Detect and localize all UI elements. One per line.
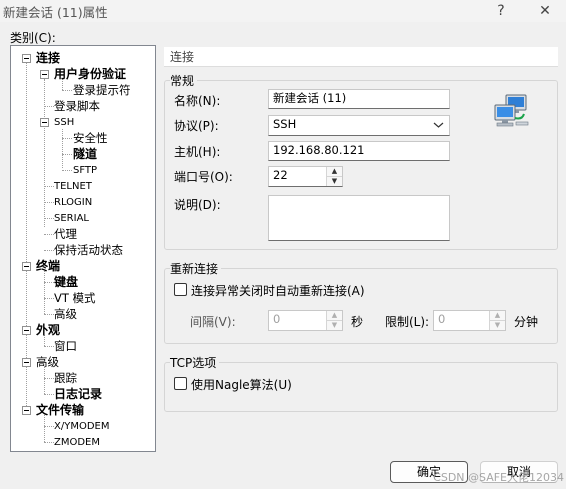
description-field[interactable]	[268, 195, 450, 241]
spin-down-icon[interactable]: ▼	[327, 176, 342, 186]
tree-item-vt-mode[interactable]: VT 模式	[54, 291, 96, 306]
interval-spin[interactable]: ▲ ▼	[326, 311, 342, 330]
interval-unit: 秒	[351, 315, 364, 329]
title-bar: 新建会话 (11)属性 ? ✕	[0, 0, 566, 22]
nagle-checkbox[interactable]	[174, 377, 187, 390]
expander-user-auth[interactable]	[40, 70, 49, 79]
interval-label: 间隔(V):	[190, 315, 236, 329]
tree-item-sftp[interactable]: SFTP	[73, 163, 97, 178]
tree-item-rlogin[interactable]: RLOGIN	[54, 195, 92, 210]
spin-down-icon[interactable]: ▼	[327, 320, 342, 330]
tree-item-file-transfer[interactable]: 文件传输	[36, 403, 84, 418]
reconnect-group-title: 重新连接	[170, 260, 222, 277]
tree-item-log[interactable]: 日志记录	[54, 387, 102, 402]
protocol-select[interactable]: SSH	[268, 115, 450, 136]
expander-ssh[interactable]	[40, 118, 49, 127]
general-group-title: 常规	[170, 72, 198, 89]
reconnect-group	[164, 268, 558, 344]
port-label: 端口号(O):	[174, 170, 233, 184]
protocol-label: 协议(P):	[174, 119, 219, 133]
spin-up-icon[interactable]: ▲	[327, 167, 342, 177]
tree-item-terminal[interactable]: 终端	[36, 259, 60, 274]
tree-item-user-auth[interactable]: 用户身份验证	[54, 67, 126, 82]
expander-connect[interactable]	[22, 54, 31, 63]
port-stepper[interactable]: 22 ▲ ▼	[268, 166, 343, 187]
window-title: 新建会话 (11)属性	[3, 5, 108, 20]
expander-appearance[interactable]	[22, 326, 31, 335]
limit-value: 0	[438, 312, 446, 326]
name-label: 名称(N):	[174, 94, 221, 108]
port-value: 22	[273, 168, 288, 182]
tree-item-login-script[interactable]: 登录脚本	[54, 99, 100, 114]
watermark: CSDN @SAFE大佬12034	[433, 471, 564, 484]
tree-item-telnet[interactable]: TELNET	[54, 179, 92, 194]
tree-item-security[interactable]: 安全性	[73, 131, 108, 146]
spin-down-icon[interactable]: ▼	[490, 320, 505, 330]
tree-item-advanced[interactable]: 高级	[36, 355, 59, 370]
nagle-label: 使用Nagle算法(U)	[191, 378, 292, 392]
description-label: 说明(D):	[174, 198, 221, 212]
category-tree[interactable]: 连接 用户身份验证 登录提示符 登录脚本 SSH 安全性 隧道 SFTP TEL…	[10, 45, 156, 452]
spin-up-icon[interactable]: ▲	[490, 311, 505, 321]
close-icon[interactable]: ✕	[534, 1, 556, 21]
tree-item-keepalive[interactable]: 保持活动状态	[54, 243, 123, 258]
tree-item-serial[interactable]: SERIAL	[54, 211, 89, 226]
limit-label: 限制(L):	[385, 315, 430, 329]
spin-up-icon[interactable]: ▲	[327, 311, 342, 321]
tree-item-connect[interactable]: 连接	[36, 51, 60, 66]
expander-advanced[interactable]	[22, 358, 31, 367]
tree-item-appearance[interactable]: 外观	[36, 323, 60, 338]
host-field[interactable]: 192.168.80.121	[268, 141, 450, 161]
tree-item-tunnel[interactable]: 隧道	[73, 147, 97, 162]
tree-item-proxy[interactable]: 代理	[54, 227, 77, 242]
auto-reconnect-checkbox[interactable]	[174, 283, 187, 296]
tree-item-ssh[interactable]: SSH	[54, 115, 74, 130]
expander-file-transfer[interactable]	[22, 406, 31, 415]
tree-item-terminal-advanced[interactable]: 高级	[54, 307, 77, 322]
help-icon[interactable]: ?	[490, 1, 512, 21]
port-spin[interactable]: ▲ ▼	[326, 167, 342, 186]
interval-value: 0	[273, 312, 281, 326]
chevron-down-icon[interactable]	[433, 118, 445, 135]
section-title: 连接	[164, 47, 558, 67]
tcp-group-title: TCP选项	[170, 354, 220, 371]
limit-unit: 分钟	[514, 315, 539, 329]
tree-item-keyboard[interactable]: 键盘	[54, 275, 78, 290]
category-label: 类别(C):	[10, 31, 56, 45]
name-field[interactable]: 新建会话 (11)	[268, 89, 450, 109]
tree-item-window[interactable]: 窗口	[54, 339, 77, 354]
auto-reconnect-label: 连接异常关闭时自动重新连接(A)	[191, 284, 365, 298]
limit-spin[interactable]: ▲ ▼	[489, 311, 505, 330]
protocol-value: SSH	[273, 117, 297, 131]
tree-item-login-prompt[interactable]: 登录提示符	[73, 83, 131, 98]
tree-item-trace[interactable]: 跟踪	[54, 371, 77, 386]
limit-stepper[interactable]: 0 ▲ ▼	[433, 310, 506, 331]
expander-terminal[interactable]	[22, 262, 31, 271]
interval-stepper[interactable]: 0 ▲ ▼	[268, 310, 343, 331]
host-label: 主机(H):	[174, 145, 221, 159]
tree-item-zmodem[interactable]: ZMODEM	[54, 435, 100, 450]
tree-item-xymodem[interactable]: X/YMODEM	[54, 419, 109, 434]
network-computers-icon	[492, 94, 530, 130]
